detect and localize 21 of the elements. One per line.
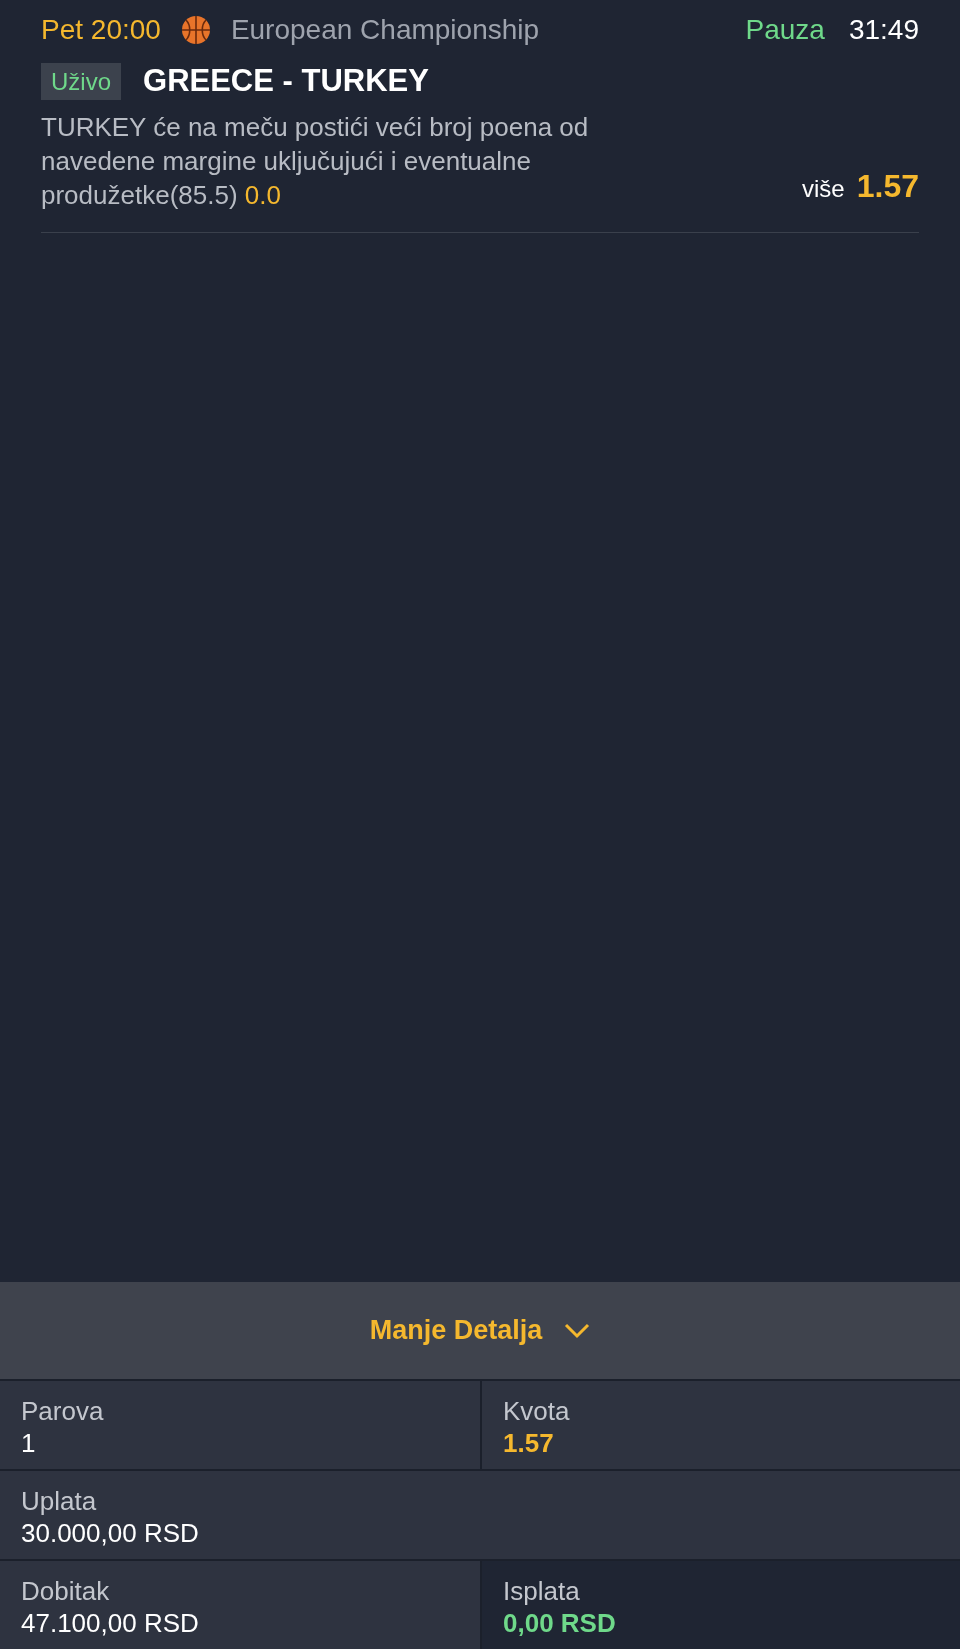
match-time: Pet 20:00 [41, 13, 161, 47]
summary-label: Parova [21, 1395, 105, 1427]
bet-description: TURKEY će na meču postići veći broj poena od navedene margine uključujući i eventualne produžetke(85.5) 0.0 [41, 111, 590, 212]
summary-label: Dobitak [21, 1575, 111, 1607]
summary-value: 1.57 [503, 1427, 555, 1459]
basketball-icon [180, 15, 211, 45]
summary-value: 1 [21, 1427, 37, 1459]
match-clock: 31:49 [848, 13, 919, 47]
odds-value: 1.57 [856, 167, 919, 206]
summary-label: Kvota [503, 1395, 571, 1427]
summary-value: 47.100,00 RSD [21, 1607, 200, 1639]
summary-value: 30.000,00 RSD [21, 1517, 200, 1549]
summary-label: Uplata [21, 1485, 98, 1517]
summary-label: Isplata [503, 1575, 581, 1607]
match-status: Pauza [745, 13, 825, 47]
summary-value: 0,00 RSD [503, 1607, 617, 1639]
details-toggle-button[interactable]: Manje Detalja [0, 1282, 960, 1379]
pick-label: više [802, 174, 845, 204]
match-title: GREECE - TURKEY [143, 61, 429, 100]
live-badge: Uživo [41, 62, 121, 100]
competition-name: European Championship [230, 13, 540, 47]
